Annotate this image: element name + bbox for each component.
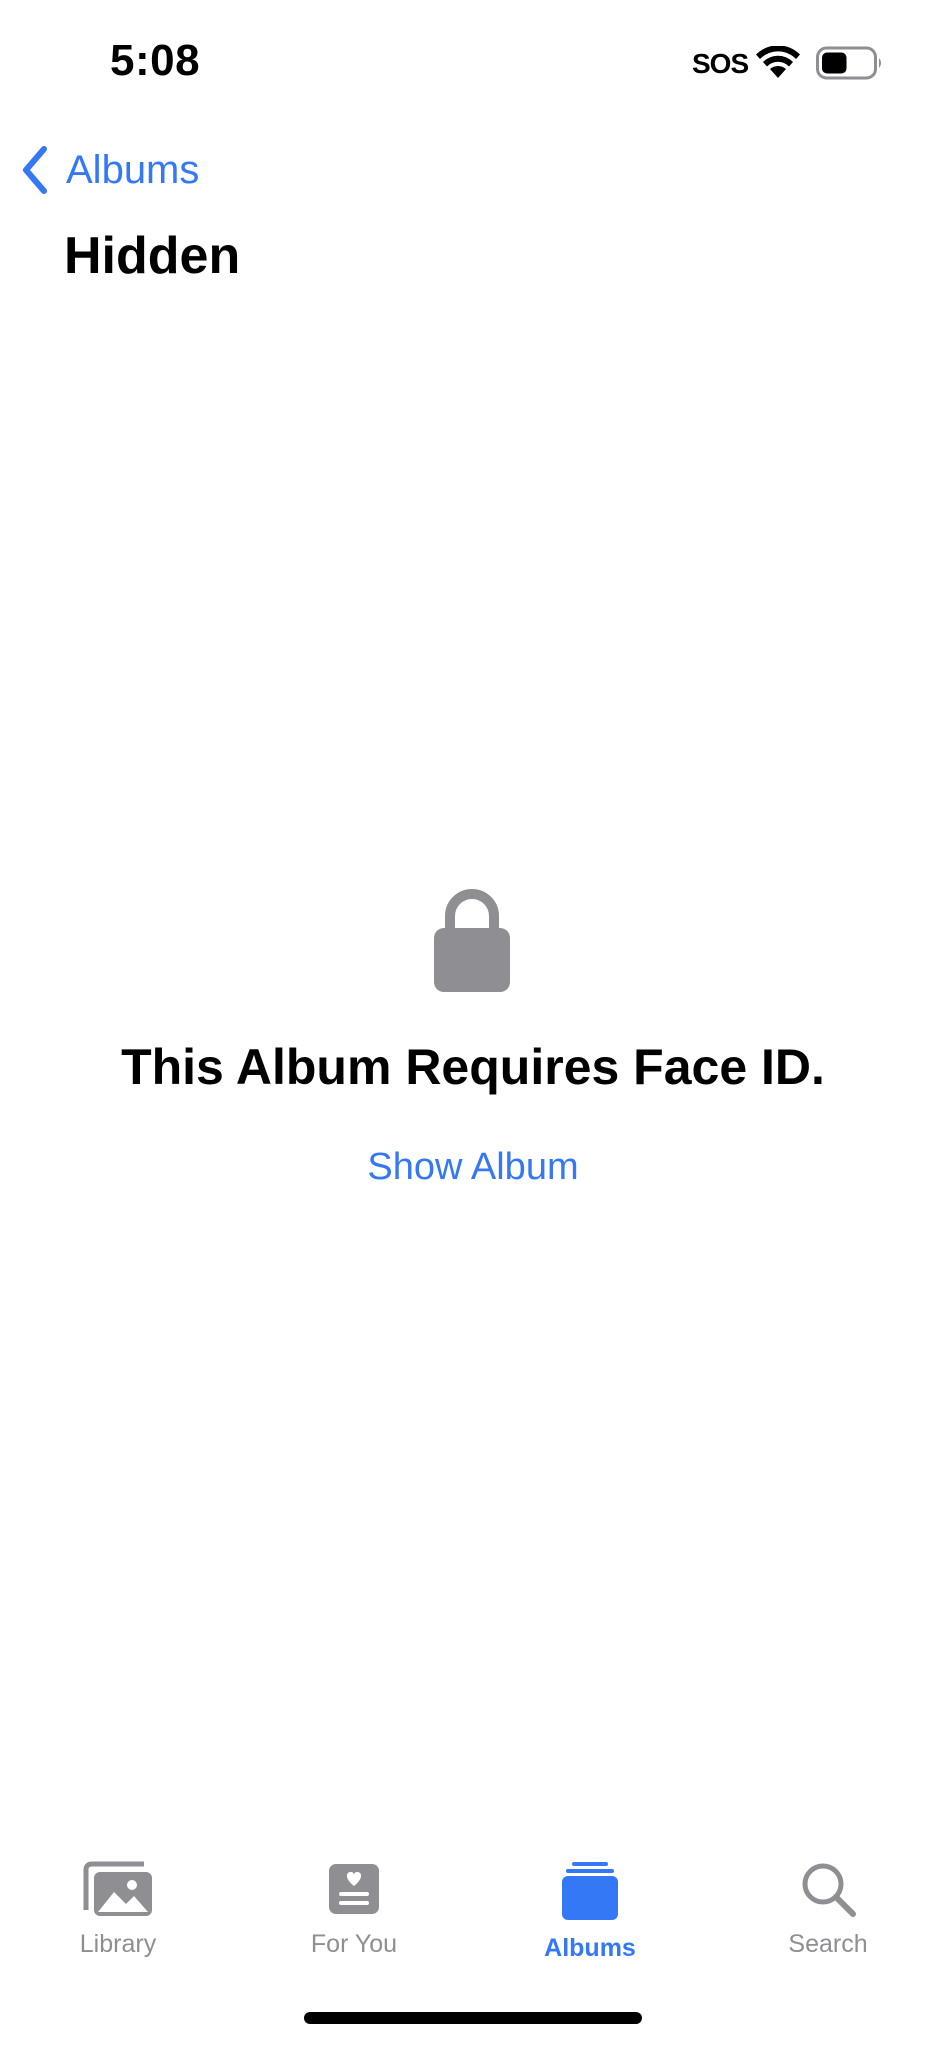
tab-albums-label: Albums bbox=[544, 1934, 636, 1962]
page-title: Hidden bbox=[64, 227, 241, 285]
carrier-status: SOS bbox=[692, 48, 749, 79]
tab-for-you[interactable]: For You bbox=[254, 1860, 454, 1980]
tab-library-label: Library bbox=[79, 1930, 157, 1958]
home-indicator[interactable] bbox=[304, 2012, 642, 2024]
show-album-button[interactable]: Show Album bbox=[0, 1146, 946, 1189]
albums-icon bbox=[562, 1862, 618, 1920]
status-bar: 5:08 SOS bbox=[0, 0, 946, 120]
face-id-required-message: This Album Requires Face ID. bbox=[121, 1039, 825, 1095]
tab-search[interactable]: Search bbox=[728, 1860, 928, 1980]
status-time: 5:08 bbox=[110, 36, 201, 85]
back-button-label: Albums bbox=[66, 147, 200, 192]
for-you-icon bbox=[329, 1864, 379, 1914]
wifi-icon bbox=[756, 46, 800, 78]
photo-stack-icon bbox=[83, 1861, 152, 1916]
back-button[interactable]: Albums bbox=[18, 140, 199, 200]
tab-library[interactable]: Library bbox=[18, 1860, 218, 1980]
tab-for-you-label: For You bbox=[310, 1930, 398, 1958]
tab-search-label: Search bbox=[788, 1930, 868, 1958]
search-icon bbox=[802, 1863, 856, 1917]
chevron-left-icon bbox=[23, 146, 47, 194]
battery-icon bbox=[816, 46, 881, 80]
lock-icon bbox=[434, 889, 510, 992]
tab-albums[interactable]: Albums bbox=[490, 1860, 690, 1980]
